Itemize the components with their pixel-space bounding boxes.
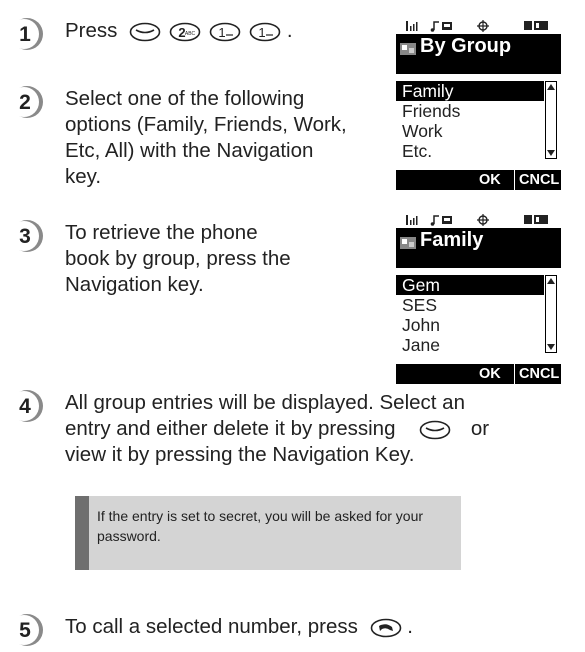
svg-text:4: 4 <box>19 395 31 418</box>
phone-screen-family: Family Gem SES John Jane OK CNCL <box>396 212 561 384</box>
svg-text:1: 1 <box>218 25 225 40</box>
step-number-badge: 3 <box>10 218 44 254</box>
step-1-period: . <box>286 19 293 42</box>
ok-softkey[interactable]: OK <box>479 172 501 188</box>
step-number-badge: 2 <box>10 84 44 120</box>
status-bar-icons <box>406 20 548 32</box>
step-2-text: Select one of the following options (Fam… <box>65 87 347 188</box>
softkey-divider <box>514 170 515 190</box>
step-number-badge: 5 <box>10 612 44 648</box>
clear-key-icon <box>419 420 451 439</box>
list-item[interactable]: Work <box>396 121 544 141</box>
step-number-badge: 1 <box>10 16 44 52</box>
clear-key-icon <box>129 22 161 41</box>
key-1-icon: 1 <box>209 22 241 41</box>
scrollbar[interactable] <box>545 81 557 159</box>
alarm-icon <box>477 214 489 226</box>
list-item[interactable]: Friends <box>396 101 544 121</box>
softkey-divider <box>514 364 515 384</box>
step-4-text: All group entries will be displayed. Sel… <box>65 391 490 466</box>
phone-screen-by-group: By Group Family Friends Work Etc. OK CNC… <box>396 18 561 190</box>
step-1-text: Press 2 ABC 1 1 . <box>65 18 293 44</box>
screen-title: By Group <box>420 35 512 57</box>
list-item[interactable]: Family <box>396 81 544 101</box>
list-item[interactable]: John <box>396 315 544 335</box>
list-item[interactable]: SES <box>396 295 544 315</box>
ok-softkey[interactable]: OK <box>479 366 501 382</box>
status-bar-icons <box>406 214 548 226</box>
group-icon <box>400 237 416 249</box>
list-item[interactable]: Jane <box>396 335 544 355</box>
group-icon <box>400 43 416 55</box>
svg-text:5: 5 <box>19 619 31 642</box>
softkey-bar: OK CNCL <box>396 170 561 190</box>
step-number-badge: 4 <box>10 388 44 424</box>
svg-text:1: 1 <box>258 25 265 40</box>
note-box: If the entry is set to secret, you will … <box>75 496 461 570</box>
key-2abc-icon: 2 ABC <box>169 22 201 41</box>
softkey-bar: OK CNCL <box>396 364 561 384</box>
step-3-text: To retrieve the phone book by group, pre… <box>65 221 291 296</box>
cancel-softkey[interactable]: CNCL <box>519 366 559 382</box>
note-accent-bar <box>75 496 89 570</box>
signal-icon <box>406 21 418 31</box>
group-list[interactable]: Family Friends Work Etc. <box>396 81 544 161</box>
cancel-softkey[interactable]: CNCL <box>519 172 559 188</box>
list-item[interactable]: Etc. <box>396 141 544 161</box>
scrollbar[interactable] <box>545 275 557 353</box>
note-text: If the entry is set to secret, you will … <box>97 508 424 544</box>
screen-title-bar: By Group <box>396 34 561 74</box>
key-1-icon: 1 <box>249 22 281 41</box>
signal-icon <box>406 215 418 225</box>
music-icon <box>430 215 452 226</box>
svg-text:2: 2 <box>19 91 31 114</box>
battery-icon <box>524 215 548 224</box>
battery-icon <box>524 21 548 30</box>
send-key-icon <box>370 618 401 637</box>
alarm-icon <box>477 20 489 32</box>
screen-title-bar: Family <box>396 228 561 268</box>
screen-title: Family <box>420 229 484 251</box>
step-1-label: Press <box>65 19 118 42</box>
step-5-text: To call a selected number, press . <box>65 615 413 638</box>
music-icon <box>430 21 452 32</box>
contact-list[interactable]: Gem SES John Jane <box>396 275 544 355</box>
svg-text:ABC: ABC <box>185 31 196 37</box>
list-item[interactable]: Gem <box>396 275 544 295</box>
svg-text:3: 3 <box>19 225 31 248</box>
step-number-text: 1 <box>19 23 31 46</box>
